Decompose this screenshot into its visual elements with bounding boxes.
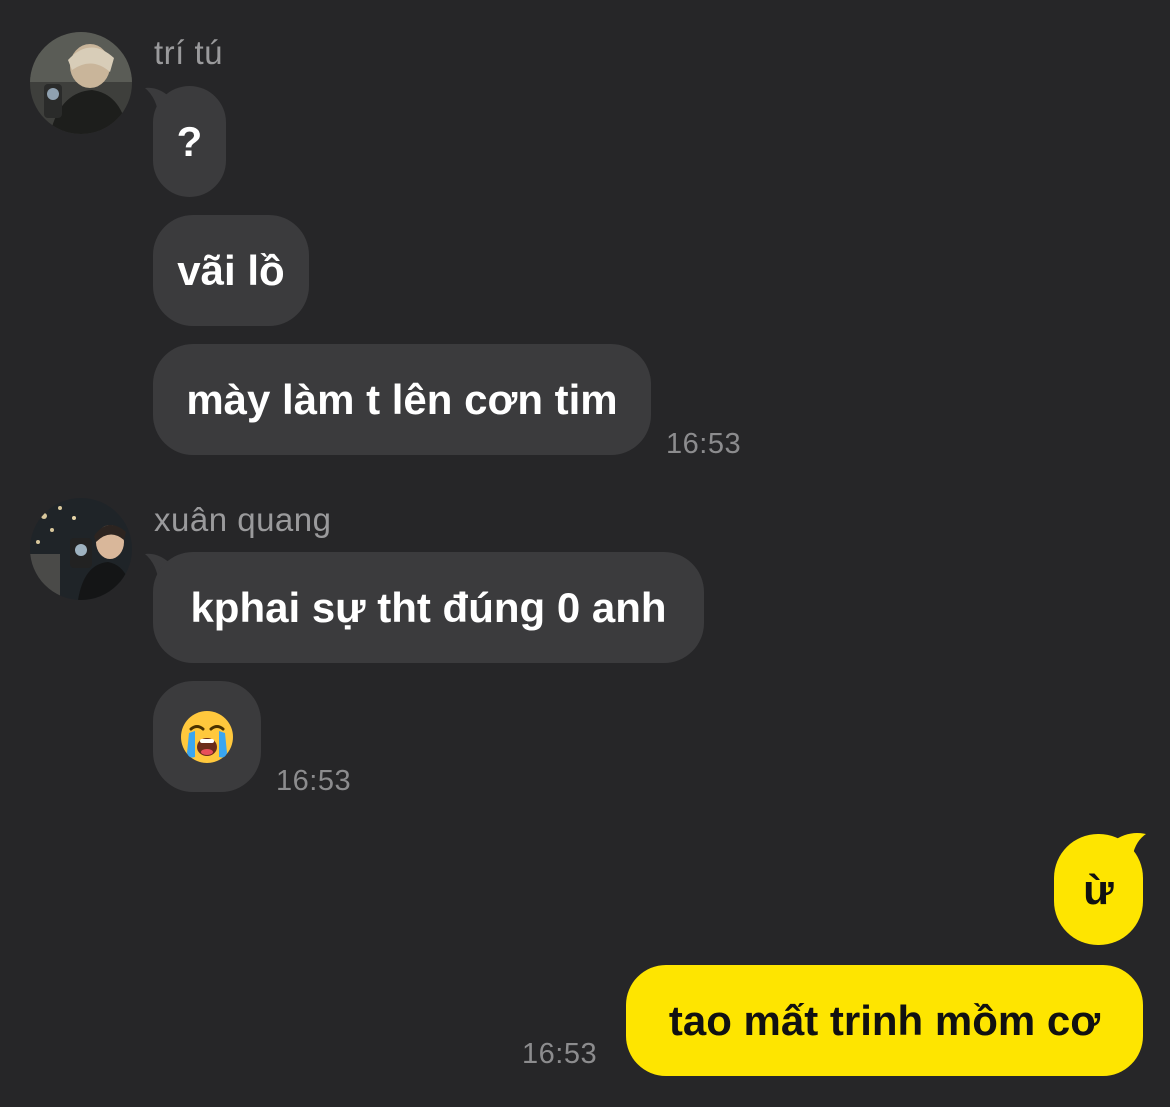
message-timestamp: 16:53 [276, 765, 352, 797]
emoji-message-bubble[interactable] [153, 681, 261, 792]
sender-name: trí tú [154, 34, 224, 71]
avatar-xuan-quang[interactable] [30, 498, 132, 600]
message-bubble[interactable]: mày làm t lên cơn tim [153, 344, 651, 455]
message-bubble[interactable]: kphai sự tht đúng 0 anh [153, 552, 704, 663]
loudly-crying-face-icon [181, 710, 233, 763]
sender-name: xuân quang [154, 501, 332, 538]
message-bubble[interactable]: vãi lồ [153, 215, 309, 326]
bubble-tail [1112, 833, 1146, 860]
avatar-tri-tu[interactable] [30, 32, 132, 134]
message-timestamp: 16:53 [666, 428, 742, 460]
message-timestamp: 16:53 [522, 1038, 598, 1070]
my-message-bubble[interactable]: tao mất trinh mồm cơ [626, 965, 1143, 1076]
message-bubble[interactable]: ? [153, 86, 226, 197]
profile-photo-icon [30, 498, 132, 600]
profile-photo-icon [30, 32, 132, 134]
